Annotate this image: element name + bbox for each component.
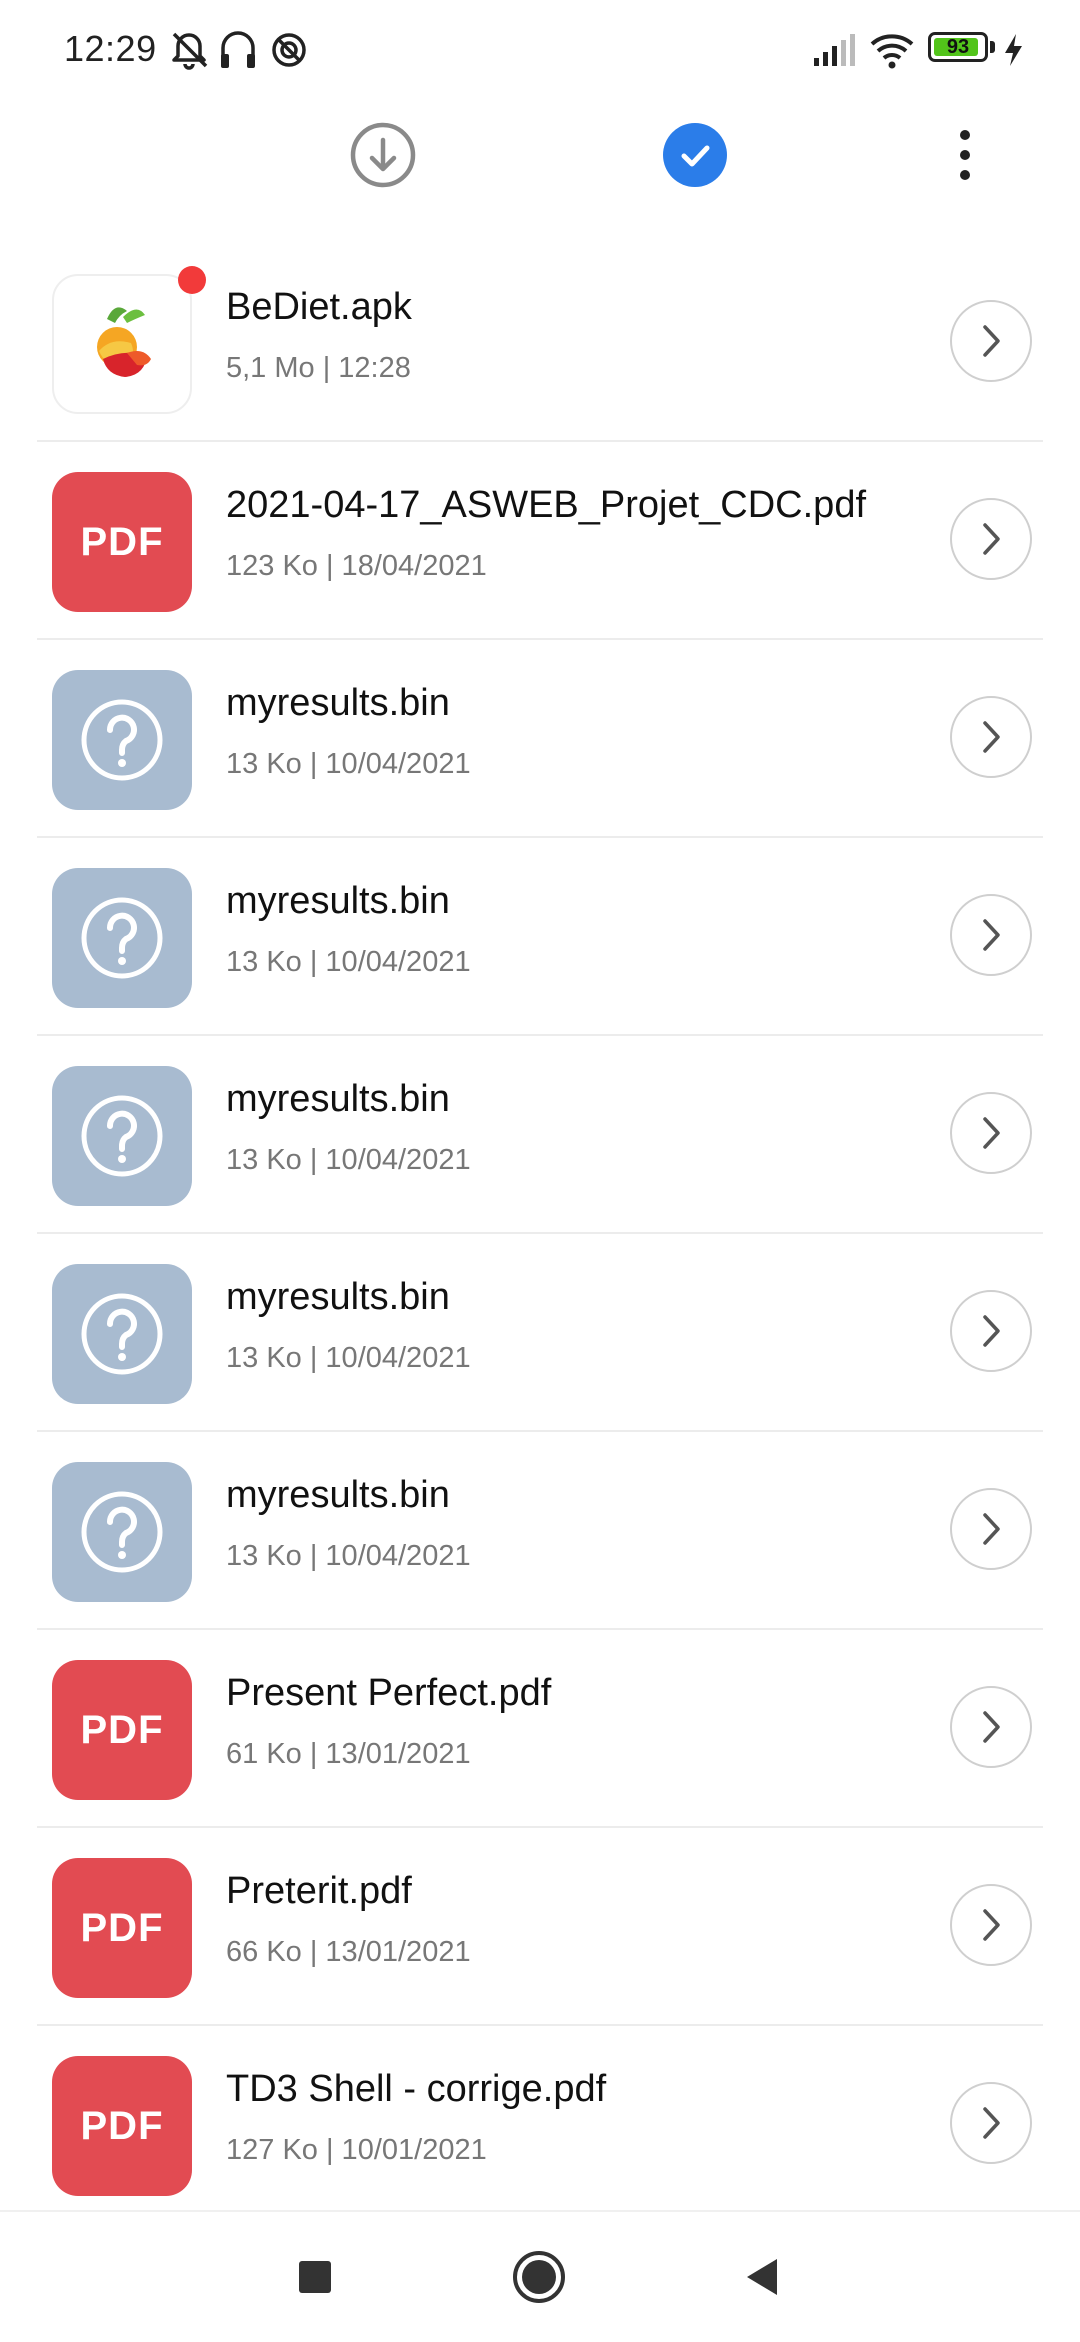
- open-file-button[interactable]: [950, 1884, 1032, 1966]
- pdf-badge-label: PDF: [80, 1905, 164, 1950]
- file-meta: 66 Ko | 13/01/2021: [226, 1936, 471, 1968]
- pdf-badge-label: PDF: [80, 1707, 164, 1752]
- mute-vibrate-icon: [172, 32, 208, 70]
- chevron-right-icon: [983, 2107, 1000, 2139]
- file-meta: 13 Ko | 10/04/2021: [226, 946, 471, 978]
- unknown-file-icon: [52, 670, 192, 810]
- file-meta: 13 Ko | 10/04/2021: [226, 1144, 471, 1176]
- chevron-right-icon: [983, 919, 1000, 951]
- file-row[interactable]: myresults.bin 13 Ko | 10/04/2021: [0, 1432, 1080, 1630]
- open-file-button[interactable]: [950, 1488, 1032, 1570]
- chevron-right-icon: [983, 1909, 1000, 1941]
- file-meta: 5,1 Mo | 12:28: [226, 352, 411, 384]
- question-mark-icon: [81, 1095, 163, 1177]
- pdf-file-icon: PDF: [52, 1858, 192, 1998]
- app-icon: [52, 274, 192, 414]
- more-options-button[interactable]: [910, 100, 1020, 210]
- charging-icon: [1005, 34, 1022, 66]
- pdf-file-icon: PDF: [52, 472, 192, 612]
- chevron-right-icon: [983, 1315, 1000, 1347]
- file-row[interactable]: myresults.bin 13 Ko | 10/04/2021: [0, 1036, 1080, 1234]
- file-meta: 123 Ko | 18/04/2021: [226, 550, 487, 582]
- home-circle-icon: [513, 2251, 565, 2303]
- battery-icon: 93: [928, 32, 988, 62]
- file-name: BeDiet.apk: [226, 286, 412, 328]
- chevron-right-icon: [983, 721, 1000, 753]
- question-mark-icon: [81, 897, 163, 979]
- file-meta: 61 Ko | 13/01/2021: [226, 1738, 471, 1770]
- file-row[interactable]: PDF Present Perfect.pdf 61 Ko | 13/01/2021: [0, 1630, 1080, 1828]
- status-time: 12:29: [64, 28, 157, 69]
- open-file-button[interactable]: [950, 1092, 1032, 1174]
- file-meta: 13 Ko | 10/04/2021: [226, 1540, 471, 1572]
- bediet-logo-icon: [78, 303, 166, 391]
- chevron-right-icon: [983, 523, 1000, 555]
- download-button[interactable]: [328, 100, 438, 210]
- navigation-bar: [0, 2210, 1080, 2342]
- check-circle-icon: [663, 123, 727, 187]
- unknown-file-icon: [52, 868, 192, 1008]
- open-file-button[interactable]: [950, 2082, 1032, 2164]
- chevron-right-icon: [983, 325, 1000, 357]
- home-button[interactable]: [494, 2232, 584, 2322]
- file-name: myresults.bin: [226, 1078, 450, 1120]
- file-name: 2021-04-17_ASWEB_Projet_CDC.pdf: [226, 484, 867, 526]
- file-row[interactable]: PDF TD3 Shell - corrige.pdf 127 Ko | 10/01…: [0, 2026, 1080, 2224]
- more-vert-icon: [960, 130, 970, 180]
- status-bar: 12:29 93: [0, 0, 1080, 100]
- unknown-file-icon: [52, 1462, 192, 1602]
- file-row[interactable]: PDF Preterit.pdf 66 Ko | 13/01/2021: [0, 1828, 1080, 2026]
- file-meta: 13 Ko | 10/04/2021: [226, 748, 471, 780]
- file-row[interactable]: myresults.bin 13 Ko | 10/04/2021: [0, 838, 1080, 1036]
- download-circle-icon: [350, 122, 416, 188]
- wifi-icon: [870, 34, 914, 69]
- question-mark-icon: [81, 1491, 163, 1573]
- chevron-right-icon: [983, 1513, 1000, 1545]
- headset-icon: [221, 31, 255, 68]
- new-indicator-dot: [178, 266, 206, 294]
- file-name: Present Perfect.pdf: [226, 1672, 552, 1714]
- open-file-button[interactable]: [950, 894, 1032, 976]
- file-row[interactable]: myresults.bin 13 Ko | 10/04/2021: [0, 1234, 1080, 1432]
- question-mark-icon: [81, 1293, 163, 1375]
- back-button[interactable]: [716, 2232, 806, 2322]
- file-list: BeDiet.apk 5,1 Mo | 12:28 PDF 2021-04-17_AS…: [0, 244, 1080, 2224]
- recents-square-icon: [299, 2261, 331, 2293]
- pdf-file-icon: PDF: [52, 2056, 192, 2196]
- select-button[interactable]: [640, 100, 750, 210]
- toolbar: [0, 100, 1080, 210]
- pdf-badge-label: PDF: [80, 519, 164, 564]
- file-name: myresults.bin: [226, 682, 450, 724]
- chevron-right-icon: [983, 1117, 1000, 1149]
- battery-level: 93: [946, 36, 970, 58]
- file-name: TD3 Shell - corrige.pdf: [226, 2068, 607, 2110]
- data-saver-icon: [272, 33, 306, 67]
- battery-cap: [990, 41, 995, 53]
- file-name: Preterit.pdf: [226, 1870, 412, 1912]
- chevron-right-icon: [983, 1711, 1000, 1743]
- open-file-button[interactable]: [950, 498, 1032, 580]
- open-file-button[interactable]: [950, 696, 1032, 778]
- open-file-button[interactable]: [950, 1290, 1032, 1372]
- file-meta: 13 Ko | 10/04/2021: [226, 1342, 471, 1374]
- file-name: myresults.bin: [226, 1276, 450, 1318]
- file-name: myresults.bin: [226, 880, 450, 922]
- pdf-badge-label: PDF: [80, 2103, 164, 2148]
- unknown-file-icon: [52, 1264, 192, 1404]
- file-row[interactable]: PDF 2021-04-17_ASWEB_Projet_CDC.pdf 123 Ko…: [0, 442, 1080, 640]
- question-mark-icon: [81, 699, 163, 781]
- file-row[interactable]: myresults.bin 13 Ko | 10/04/2021: [0, 640, 1080, 838]
- pdf-file-icon: PDF: [52, 1660, 192, 1800]
- open-file-button[interactable]: [950, 300, 1032, 382]
- back-triangle-icon: [747, 2259, 777, 2295]
- unknown-file-icon: [52, 1066, 192, 1206]
- file-name: myresults.bin: [226, 1474, 450, 1516]
- file-meta: 127 Ko | 10/01/2021: [226, 2134, 487, 2166]
- file-row[interactable]: BeDiet.apk 5,1 Mo | 12:28: [0, 244, 1080, 442]
- open-file-button[interactable]: [950, 1686, 1032, 1768]
- signal-icon: [814, 34, 855, 66]
- recents-button[interactable]: [270, 2232, 360, 2322]
